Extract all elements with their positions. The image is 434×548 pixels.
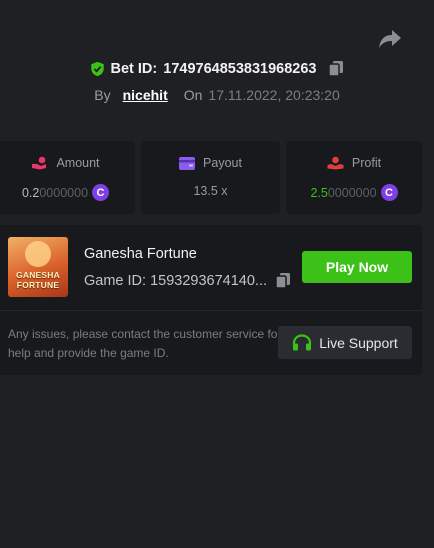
game-id-label: Game ID:	[84, 272, 147, 289]
coin-icon: C	[380, 184, 398, 201]
profit-value-trailing: 0000000	[327, 185, 377, 200]
live-support-label: Live Support	[319, 334, 398, 351]
payout-value: 13.5 x	[193, 184, 228, 198]
profit-stat: Profit 2.50000000 C	[286, 141, 422, 214]
help-text: Any issues, please contact the customer …	[8, 327, 282, 360]
stats-row: Amount 0.20000000 C Payout 13.5 x Profit	[0, 141, 434, 214]
amount-stat: Amount 0.20000000 C	[0, 141, 135, 214]
bet-id-row: Bet ID: 1749764853831968263	[0, 60, 434, 77]
thumbnail-title-line1: GANESHA	[16, 270, 60, 280]
bet-id-label: Bet ID:	[110, 60, 158, 77]
by-label: By	[94, 87, 111, 103]
payout-label: Payout	[203, 156, 242, 170]
bet-meta-row: By nicehit On 17.11.2022, 20:23:20	[0, 87, 434, 103]
username-link[interactable]: nicehit	[123, 87, 168, 103]
on-label: On	[183, 87, 203, 103]
coins-hand-icon	[32, 156, 47, 170]
divider	[0, 310, 422, 311]
bet-date: 17.11.2022, 20:23:20	[208, 87, 340, 103]
money-hand-icon	[327, 156, 344, 170]
payout-stat: Payout 13.5 x	[141, 141, 280, 214]
copy-icon[interactable]	[328, 60, 344, 77]
game-card: GANESHA FORTUNE Ganesha Fortune Game ID:…	[0, 225, 422, 375]
profit-label: Profit	[351, 156, 382, 170]
game-id-row: Game ID: 1593293674140...	[84, 272, 291, 289]
ganesha-figure	[25, 241, 51, 267]
copy-icon[interactable]	[275, 272, 291, 289]
thumbnail-title-line2: FORTUNE	[16, 280, 60, 290]
game-name: Ganesha Fortune	[84, 246, 197, 262]
wallet-icon	[179, 156, 196, 170]
amount-value: 0.2	[21, 185, 40, 200]
profit-value: 2.5	[310, 185, 328, 200]
coin-icon: C	[92, 184, 110, 201]
headset-icon	[293, 333, 312, 350]
share-icon[interactable]	[378, 28, 402, 50]
amount-value-trailing: 0000000	[39, 185, 89, 200]
play-now-button[interactable]: Play Now	[302, 251, 412, 283]
game-id-value: 1593293674140...	[150, 272, 267, 289]
amount-label: Amount	[56, 156, 100, 170]
live-support-button[interactable]: Live Support	[278, 326, 412, 359]
game-thumbnail[interactable]: GANESHA FORTUNE	[8, 237, 68, 297]
verified-shield-icon	[90, 61, 104, 76]
bet-id-value: 1749764853831968263	[163, 60, 317, 77]
